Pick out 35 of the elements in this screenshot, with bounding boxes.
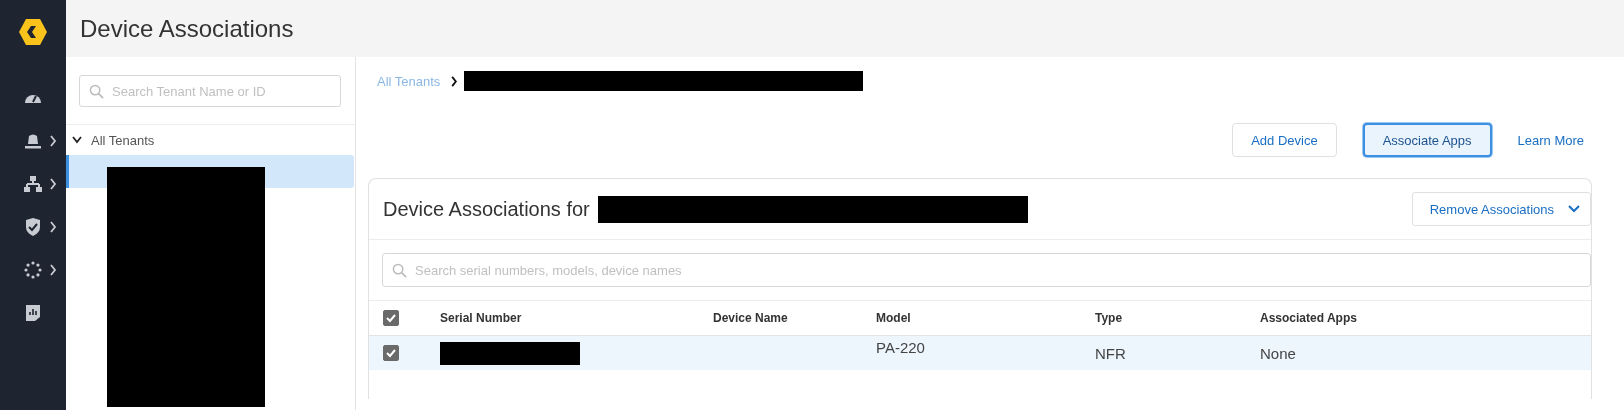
page-title: Device Associations xyxy=(80,14,294,43)
row-checkbox[interactable] xyxy=(383,344,399,361)
logo-icon[interactable] xyxy=(17,16,49,48)
select-all-checkbox[interactable] xyxy=(383,309,399,326)
shield-check-icon[interactable] xyxy=(23,216,43,237)
device-search-field[interactable]: Search serial numbers, models, device names xyxy=(382,253,1591,287)
dotted-circle-icon[interactable] xyxy=(23,259,43,280)
column-header: Associated Apps xyxy=(1260,311,1357,325)
column-header: Serial Number xyxy=(440,311,522,325)
action-button[interactable]: Add Device xyxy=(1232,123,1337,157)
chevron-right-icon[interactable] xyxy=(49,264,57,276)
chevron-right-icon[interactable] xyxy=(49,135,57,147)
column-header: Model xyxy=(876,311,911,325)
network-icon[interactable] xyxy=(23,173,43,194)
column-header: Device Name xyxy=(713,311,788,325)
tree-item[interactable]: All Tenants xyxy=(66,125,355,155)
card-title: Device Associations for xyxy=(383,197,590,221)
table-cell: PA-220 xyxy=(876,339,925,356)
report-icon[interactable] xyxy=(23,302,43,323)
chevron-right-icon[interactable] xyxy=(49,221,57,233)
chevron-down-icon[interactable] xyxy=(72,136,82,144)
column-header: Type xyxy=(1095,311,1123,325)
chevron-right-icon xyxy=(450,75,459,87)
tree-label: All Tenants xyxy=(91,132,155,148)
dropdown-button[interactable]: Remove Associations xyxy=(1411,192,1591,226)
table-cell: None xyxy=(1260,344,1296,362)
action-button[interactable]: Associate Apps xyxy=(1362,123,1492,157)
learn-more-link[interactable]: Learn More xyxy=(1517,132,1592,148)
search-icon xyxy=(89,84,104,99)
search-icon xyxy=(392,263,407,278)
chevron-down-icon xyxy=(1568,205,1580,213)
table-row[interactable]: PA-220 NFR None xyxy=(369,336,1591,370)
tenant-search-field[interactable]: Search Tenant Name or ID xyxy=(79,75,341,107)
chevron-right-icon[interactable] xyxy=(49,178,57,190)
table-cell: NFR xyxy=(1095,344,1126,362)
